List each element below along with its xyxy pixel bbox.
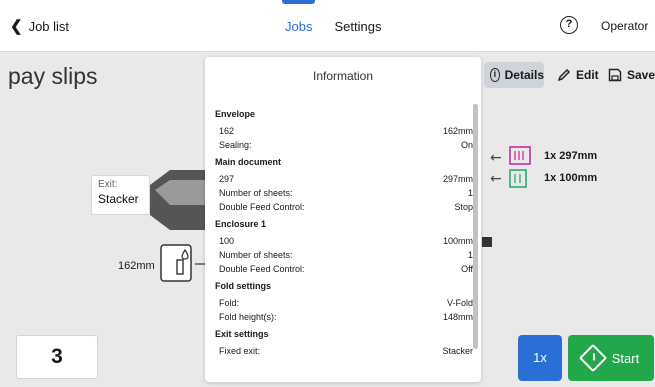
info-row: Sealing: On [215,138,473,152]
info-row-value: 162mm [442,126,473,136]
info-row-value: On [460,140,473,150]
info-row-value: Stacker [442,346,473,356]
info-row: Fixed exit: Stacker [215,344,473,358]
feeder-arrow-2-icon: ← [490,171,502,187]
info-row: 162 162mm [215,124,473,138]
information-panel: Information Envelope 162 162mm Sealing: On… [205,57,481,382]
section-title: Exit settings [215,329,269,339]
info-row: Fold height(s): 148mm [215,310,473,324]
quantity-button[interactable]: 1x [518,335,562,381]
feeder-1-icon [509,146,531,165]
info-row: Double Feed Control: Off [215,262,473,276]
info-row-value: Stop [454,202,473,212]
fold-settings-section: Fold settings Fold: V-Fold Fold height(s)… [215,281,473,324]
information-title: Information [312,69,374,83]
info-row: 100 100mm [215,234,473,248]
feeder-1-label: 1x 297mm [544,150,598,162]
info-row-value: 100mm [442,236,473,246]
info-row-label: Number of sheets: [219,250,293,260]
info-row-value: Off [461,264,473,274]
info-row-label: 162 [219,126,235,136]
info-row-label: Number of sheets: [219,188,293,198]
info-row-value: 148mm [442,312,473,322]
info-row-label: Double Feed Control: [219,202,305,212]
information-content: Envelope 162 162mm Sealing: On Main docume… [215,109,473,363]
info-row-label: Sealing: [219,140,252,150]
exit-label: Exit: [98,179,118,190]
job-counter[interactable]: 3 [16,335,98,379]
info-row-label: 100 [219,236,235,246]
info-row: 297 297mm [215,172,473,186]
envelope-feeder-icon [160,244,192,282]
info-row-label: Fixed exit: [219,346,261,356]
exit-info-box: Exit: Stacker [91,175,150,215]
information-scrollbar[interactable] [473,104,478,349]
info-row: Double Feed Control: Stop [215,200,473,214]
info-row-label: Fold: [219,298,240,308]
info-row-value: V-Fold [446,298,473,308]
feeder-arrow-1-icon: ← [490,150,502,166]
section-title: Envelope [215,109,256,119]
section-title: Fold settings [215,281,271,291]
info-row-label: Double Feed Control: [219,264,305,274]
section-title: Enclosure 1 [215,219,267,229]
start-label: Start [611,350,640,366]
start-button[interactable]: Start [568,335,654,381]
info-row-label: Fold height(s): [219,312,277,322]
start-icon [578,343,607,373]
info-row: Fold: V-Fold [215,296,473,310]
info-row: Number of sheets: 1 [215,248,473,262]
feeder-2-label: 1x 100mm [544,172,598,184]
main-document-section: Main document 297 297mm Number of sheets:… [215,157,473,214]
exit-value: Stacker [98,192,139,206]
exit-settings-section: Exit settings Fixed exit: Stacker [215,329,473,358]
feeder-2-icon [509,169,527,188]
envelope-section: Envelope 162 162mm Sealing: On [215,109,473,152]
envelope-size-label: 162mm [118,260,155,272]
enclosure-1-section: Enclosure 1 100 100mm Number of sheets: 1 … [215,219,473,276]
info-row-label: 297 [219,174,235,184]
section-title: Main document [215,157,282,167]
info-row: Number of sheets: 1 [215,186,473,200]
info-row-value: 297mm [442,174,473,184]
